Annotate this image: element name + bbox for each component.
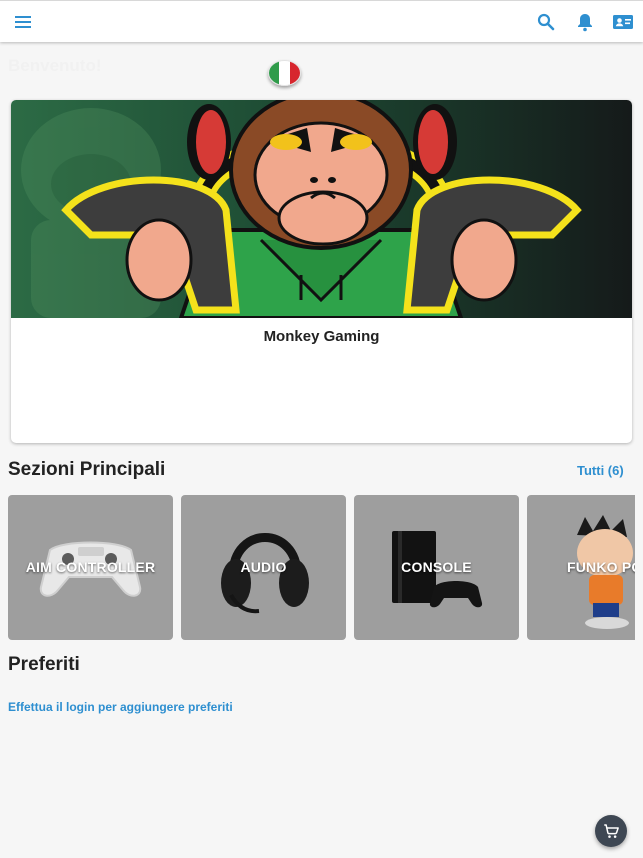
category-tile-aim-controller[interactable]: AIM CONTROLLER <box>8 495 173 640</box>
cart-icon <box>604 824 619 838</box>
cart-button[interactable] <box>595 815 627 847</box>
category-label: AUDIO <box>240 559 287 575</box>
favorites-title: Preferiti <box>8 654 80 675</box>
category-label: FUNKO POP <box>566 559 635 575</box>
login-to-add-favorites-link[interactable]: Effettua il login per aggiungere preferi… <box>8 700 233 714</box>
bell-icon[interactable] <box>573 10 597 34</box>
category-tile-console[interactable]: CONSOLE <box>354 495 519 640</box>
category-label: AIM CONTROLLER <box>25 559 156 575</box>
hamburger-menu-icon[interactable] <box>11 10 35 34</box>
welcome-text: Benvenuto! <box>8 56 102 75</box>
category-label: CONSOLE <box>401 559 472 575</box>
main-sections-title: Sezioni Principali <box>8 459 166 480</box>
search-icon[interactable] <box>534 10 558 34</box>
category-tile-audio[interactable]: AUDIO <box>181 495 346 640</box>
featured-store-title: Monkey Gaming <box>263 328 380 345</box>
contact-card-icon[interactable] <box>611 10 635 34</box>
featured-store-card[interactable]: Monkey Gaming <box>11 100 632 443</box>
category-carousel[interactable]: AIM CONTROLLER AUDIO CONSOLE FUNKO POP <box>8 495 635 641</box>
italy-flag-icon[interactable] <box>268 60 301 86</box>
see-all-sections-link[interactable]: Tutti (6) <box>577 463 624 478</box>
monkey-gaming-banner <box>11 100 632 318</box>
category-tile-funko-pop[interactable]: FUNKO POP <box>527 495 635 640</box>
app-bar <box>0 0 643 42</box>
